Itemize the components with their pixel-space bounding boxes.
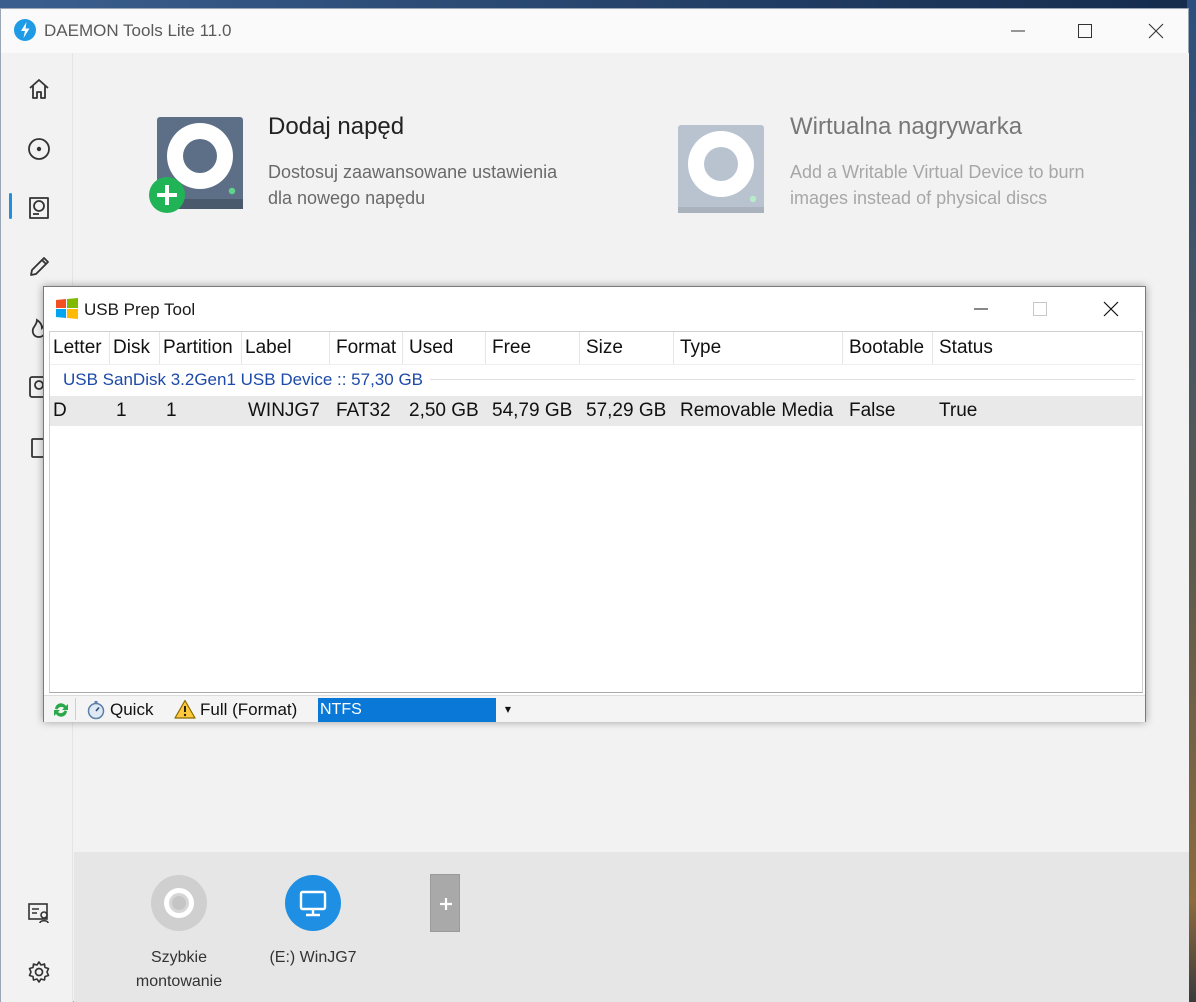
usb-minimize-button[interactable]: [957, 287, 1003, 331]
column-header-letter[interactable]: Letter: [50, 332, 110, 364]
drive-icon[interactable]: [25, 194, 53, 222]
cell-free: 54,79 GB: [492, 400, 573, 421]
quick-mount-label[interactable]: Szybkie montowanie: [114, 946, 244, 994]
device-group-header: USB SanDisk 3.2Gen1 USB Device :: 57,30 …: [63, 370, 424, 389]
cell-status: True: [939, 400, 978, 421]
usb-maximize-button: [1024, 287, 1070, 331]
usb-prep-tool-window: USB Prep Tool Letter Disk Partition Labe…: [43, 286, 1146, 722]
pencil-icon[interactable]: [25, 253, 53, 281]
quick-mount-icon[interactable]: [150, 874, 208, 936]
virtual-burner-title: Wirtualna nagrywarka: [790, 113, 1023, 140]
cell-letter: D: [53, 400, 67, 421]
virtual-burner-description: Add a Writable Virtual Device to burn im…: [790, 159, 1085, 211]
close-button[interactable]: [1132, 9, 1178, 53]
usb-title-bar[interactable]: USB Prep Tool: [44, 287, 1145, 331]
group-divider: [430, 379, 1135, 380]
active-indicator: [9, 193, 12, 219]
add-drive-description: Dostosuj zaawansowane ustawienia dla now…: [268, 159, 557, 211]
virtual-burner-icon: [668, 113, 768, 217]
cell-partition: 1: [166, 400, 177, 421]
maximize-icon: [1033, 302, 1047, 316]
title-bar[interactable]: DAEMON Tools Lite 11.0: [1, 9, 1188, 53]
license-icon[interactable]: [25, 899, 53, 927]
usb-toolbar: Quick Full (Format) NTFS ▼: [44, 695, 1145, 722]
cell-used: 2,50 GB: [409, 400, 479, 421]
usb-close-button[interactable]: [1087, 287, 1133, 331]
filesystem-select[interactable]: NTFS: [318, 698, 496, 722]
column-header-label[interactable]: Label: [242, 332, 330, 364]
column-header-type[interactable]: Type: [674, 332, 843, 364]
virtual-burner-description-line: Add a Writable Virtual Device to burn: [790, 162, 1085, 182]
column-header-used[interactable]: Used: [403, 332, 486, 364]
add-drive-description-line: Dostosuj zaawansowane ustawienia: [268, 162, 558, 182]
column-header-status[interactable]: Status: [933, 332, 1142, 364]
cell-format: FAT32: [336, 400, 391, 421]
column-header-disk[interactable]: Disk: [110, 332, 160, 364]
quick-mount-label-line: montowanie: [135, 973, 223, 990]
plus-icon: [440, 898, 452, 910]
disc-icon[interactable]: [25, 135, 53, 163]
column-header-size[interactable]: Size: [580, 332, 674, 364]
full-format-button[interactable]: Full (Format): [200, 699, 297, 721]
toolbar-divider: [75, 698, 76, 720]
stopwatch-icon[interactable]: [86, 700, 106, 720]
app-title: DAEMON Tools Lite 11.0: [44, 21, 232, 40]
column-header-partition[interactable]: Partition: [160, 332, 242, 364]
drive-e-label[interactable]: (E:) WinJG7: [254, 946, 372, 970]
add-drive-description-line: dla nowego napędu: [268, 188, 426, 208]
device-bar: Szybkie montowanie (E:) WinJG7: [74, 852, 1189, 1002]
minimize-icon: [974, 308, 988, 310]
column-header-free[interactable]: Free: [486, 332, 580, 364]
minimize-icon: [1011, 30, 1025, 32]
refresh-icon[interactable]: [51, 700, 71, 720]
cell-disk: 1: [116, 400, 127, 421]
windows-logo-icon: [55, 297, 79, 321]
column-header-bootable[interactable]: Bootable: [843, 332, 933, 364]
cell-type: Removable Media: [680, 400, 834, 421]
virtual-burner-description-line: images instead of physical discs: [790, 188, 1048, 208]
warning-icon[interactable]: [174, 699, 196, 719]
home-icon[interactable]: [25, 75, 53, 103]
maximize-icon: [1078, 24, 1092, 38]
add-drive-icon[interactable]: [147, 113, 247, 217]
quick-mount-label-line: Szybkie: [150, 949, 208, 966]
maximize-button[interactable]: [1061, 9, 1107, 53]
quick-format-button[interactable]: Quick: [110, 699, 153, 721]
close-icon: [1148, 23, 1164, 39]
add-device-button[interactable]: [430, 874, 460, 932]
partition-list[interactable]: Letter Disk Partition Label Format Used …: [49, 331, 1143, 693]
header-divider: [50, 364, 1142, 365]
column-header-format[interactable]: Format: [330, 332, 403, 364]
gear-icon[interactable]: [25, 958, 53, 986]
table-row[interactable]: D 1 1 WINJG7 FAT32 2,50 GB 54,79 GB 57,2…: [50, 396, 1142, 426]
daemon-logo-icon: [14, 19, 36, 41]
add-drive-title[interactable]: Dodaj napęd: [268, 113, 404, 141]
dropdown-arrow-icon[interactable]: ▼: [496, 698, 520, 722]
monitor-icon[interactable]: [284, 874, 342, 936]
cell-label: WINJG7: [248, 400, 320, 421]
usb-title: USB Prep Tool: [84, 300, 196, 319]
minimize-button[interactable]: [994, 9, 1040, 53]
cell-size: 57,29 GB: [586, 400, 667, 421]
close-icon: [1103, 301, 1119, 317]
cell-bootable: False: [849, 400, 896, 421]
